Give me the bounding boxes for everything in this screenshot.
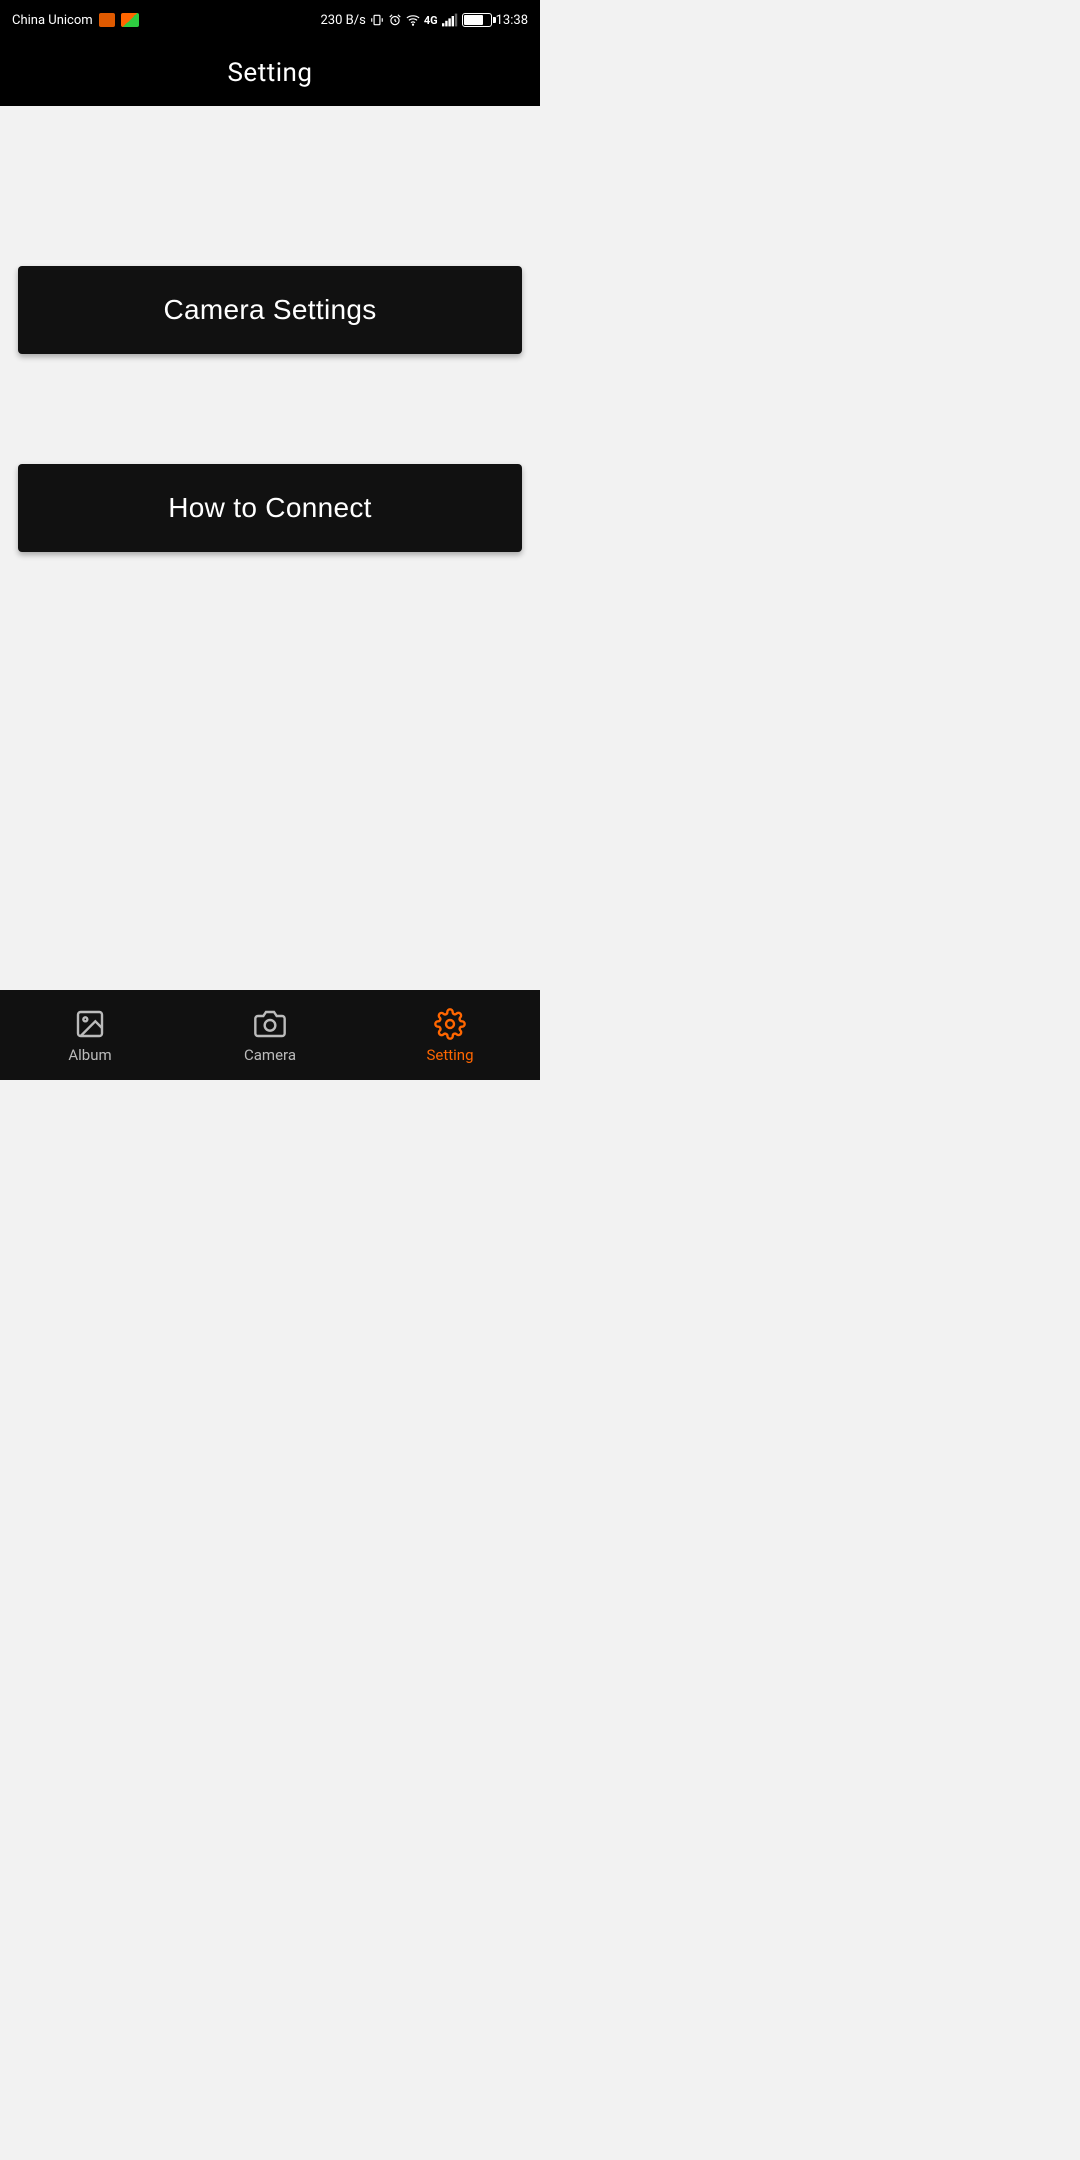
nav-label-setting: Setting: [426, 1046, 473, 1064]
how-to-connect-button[interactable]: How to Connect: [18, 464, 522, 552]
alarm-icon: [388, 13, 402, 27]
setting-svg: [434, 1008, 466, 1040]
nav-item-album[interactable]: Album: [0, 1006, 180, 1064]
main-content: Camera Settings How to Connect: [0, 106, 540, 990]
album-svg: [74, 1008, 106, 1040]
nav-item-camera[interactable]: Camera: [180, 1006, 360, 1064]
carrier-icon1: [99, 13, 115, 27]
carrier-label: China Unicom: [12, 13, 93, 28]
signal-icon: [442, 13, 458, 27]
nav-label-album: Album: [68, 1046, 111, 1064]
network-type: 4G: [424, 14, 438, 27]
battery-fill: [464, 15, 484, 25]
carrier-icon2: [121, 13, 139, 27]
camera-svg: [254, 1008, 286, 1040]
wifi-icon: [406, 13, 420, 27]
album-icon: [72, 1006, 108, 1042]
bottom-nav: Album Camera Setting: [0, 990, 540, 1080]
camera-settings-button[interactable]: Camera Settings: [18, 266, 522, 354]
status-bar: China Unicom 230 B/s 4G: [0, 0, 540, 40]
vibrate-icon: [370, 13, 384, 27]
setting-icon: [432, 1006, 468, 1042]
app-bar: Setting: [0, 40, 540, 106]
nav-label-camera: Camera: [244, 1046, 296, 1064]
time-label: 13:38: [496, 13, 528, 28]
status-left: China Unicom: [12, 13, 139, 28]
status-right: 230 B/s 4G: [320, 13, 528, 28]
camera-icon: [252, 1006, 288, 1042]
network-speed: 230 B/s: [320, 13, 365, 28]
nav-item-setting[interactable]: Setting: [360, 1006, 540, 1064]
app-bar-title: Setting: [227, 58, 312, 88]
battery-icon: [462, 13, 492, 27]
